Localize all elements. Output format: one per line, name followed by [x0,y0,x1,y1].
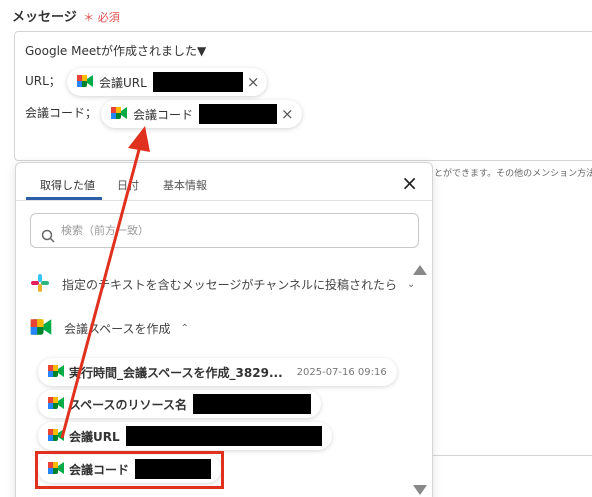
chip-label: 会議URL [99,75,147,90]
chip-label: 会議コード [133,107,194,122]
variable-chip-meeting-url[interactable]: 会議URL × [67,68,268,96]
scroll-down-arrow-icon[interactable] [413,485,427,495]
section-title: 指定のテキストを含むメッセージがチャンネルに投稿されたら [62,278,398,292]
tab-basic-info[interactable]: 基本情報 [163,177,207,193]
google-meet-icon [48,364,64,381]
item-date: 2025-07-16 09:16 [296,366,387,378]
tab-retrieved-values[interactable]: 取得した値 [40,177,95,193]
search-input[interactable]: 検索（前方一致） [30,213,419,248]
item-label: スペースのリソース名 [69,397,187,412]
highlight-box [35,451,224,489]
section-title: 会議スペースを作成 [64,322,171,336]
value-item-meeting-url[interactable]: 会議URL [38,422,332,450]
message-editor[interactable]: Google Meetが作成されました▼ URL； 会議コード； 会議URL ×… [14,31,592,161]
message-line-2-prefix: URL； [25,74,61,88]
remove-chip-icon[interactable]: × [247,73,260,91]
google-meet-icon [48,428,64,445]
search-icon [41,223,55,256]
section-create-meeting-space[interactable]: 会議スペースを作成 ⌃ [30,318,189,339]
remove-chip-icon[interactable]: × [281,105,294,123]
field-label: メッセージ ＊ 必須 [12,6,120,25]
value-picker-panel: 取得した値 日付 基本情報 × 検索（前方一致） 指定のテキストを含むメッセージ… [15,162,433,497]
redacted-value [125,426,322,446]
redacted-value [152,72,243,92]
message-line-1: Google Meetが作成されました▼ [25,44,207,58]
chevron-up-icon: ⌃ [180,323,189,334]
slack-icon [30,273,50,296]
message-line-3-prefix: 会議コード； [25,106,98,120]
google-meet-icon [48,396,64,413]
google-meet-icon [77,74,93,91]
divider [433,455,592,456]
chevron-down-icon: ⌄ [407,279,416,290]
close-icon[interactable]: × [401,171,418,195]
required-badge: ＊ 必須 [83,11,120,24]
field-label-text: メッセージ [12,10,77,25]
section-slack-trigger[interactable]: 指定のテキストを含むメッセージがチャンネルに投稿されたら ⌄ [30,273,415,296]
redacted-value [199,104,278,124]
item-label: 実行時間_会議スペースを作成_3829... [69,365,283,380]
item-label: 会議URL [69,429,120,444]
variable-chip-meeting-code[interactable]: 会議コード × [101,100,302,128]
search-placeholder: 検索（前方一致） [61,224,149,237]
redacted-value [192,394,311,414]
scroll-up-arrow-icon[interactable] [413,265,427,275]
hint-text: とができます。その他のメンション方法は [434,169,592,179]
tab-bar: 取得した値 日付 基本情報 × [16,163,432,201]
value-item-resource-name[interactable]: スペースのリソース名 [38,390,321,418]
google-meet-icon [111,106,127,123]
value-item-execution-time[interactable]: 実行時間_会議スペースを作成_3829... 2025-07-16 09:16 [38,358,397,386]
active-tab-indicator [26,197,102,200]
google-meet-icon [30,318,52,339]
page: メッセージ ＊ 必須 Google Meetが作成されました▼ URL； 会議コ… [0,0,592,497]
tab-date[interactable]: 日付 [117,177,139,193]
